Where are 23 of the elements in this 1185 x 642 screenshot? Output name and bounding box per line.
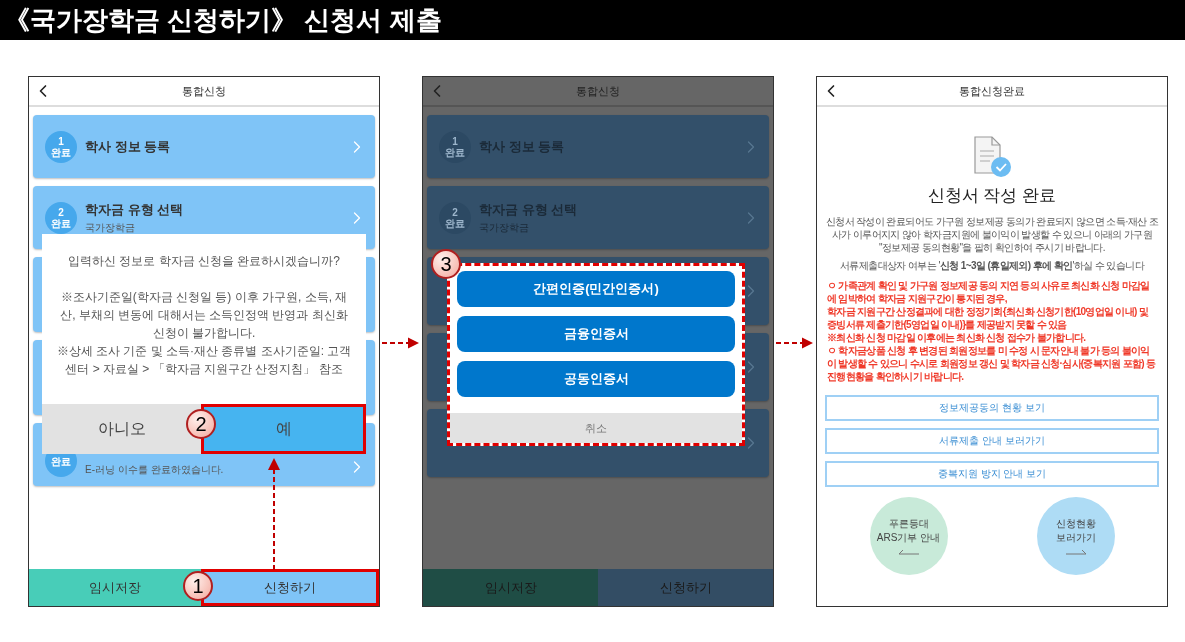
- step-title: 학자금 유형 선택: [85, 201, 184, 220]
- screen-title: 통합신청완료: [959, 83, 1025, 99]
- dialog-message: 입력하신 정보로 학자금 신청을 완료하시겠습니까?: [68, 253, 340, 270]
- dialog-note: ※상세 조사 기준 및 소득·재산 종류별 조사기준일: 고객센터 > 자료실 > 「학자금 지원구간 산정지침」 참조: [55, 343, 353, 378]
- step-status-badge: 1 완료: [45, 130, 77, 163]
- step-subtitle: E-러닝 이수를 완료하였습니다.: [85, 463, 224, 477]
- warning-text: ※최신화 신청 마감일 이후에는 최신화 신청 접수가 불가합니다.: [827, 330, 1087, 344]
- screen-title: 통합신청: [576, 83, 620, 99]
- step-status-badge: 1 완료: [439, 130, 471, 163]
- completion-heading: 신청서 작성 완료: [927, 185, 1057, 207]
- step-status-badge: 2 완료: [439, 201, 471, 234]
- info-text: 신청서 작성이 완료되어도 가구원 정보제공 동의가 완료되지 않으면 소득·재산 조사가 이루어지지 않아 학자금지원에 불이익이 발생할 수 있으니 아래의 가구원 "정보제공 동의현황"을 필히 확인하여 주시기 바랍니다.: [825, 214, 1159, 254]
- dialog-note: ※조사기준일(학자금 신청일 등) 이후 가구원, 소득, 재산, 부채의 변동에 대해서는 소득인정액 반영과 최신화 신청이 불가합니다.: [59, 289, 349, 342]
- warning-text: ㅇ 학자금상품 신청 후 변경된 회원정보를 미 수정 시 문자안내 불가 등의 불이익이 발생할 수 있으니 수시로 회원정보 갱신 및 학자금 신청·심사(중복지원 포함) 등 진행현황을 확인하시기 바랍니다.: [827, 343, 1157, 383]
- step-status-badge: 2 완료: [45, 201, 77, 234]
- info-text: 서류제출대상자 여부는 '신청 1~3일 (휴일제외) 후에 확인'하실 수 있습니다: [840, 258, 1144, 272]
- page-title: 《국가장학금 신청하기》 신청서 제출: [4, 7, 442, 33]
- step-number-badge: 3: [431, 249, 461, 279]
- step-subtitle: 국가장학금: [85, 220, 136, 235]
- screen-title: 통합신청: [182, 83, 226, 99]
- warning-text: 학자금 지원구간 산정결과에 대한 정정기회{최신화 신청기한(10영업일 이내) 및 증빙서류 제출기한(5영업일 이내)}를 제공받지 못할 수 있음: [827, 304, 1150, 331]
- step-title: 학사 정보 등록: [85, 137, 171, 156]
- warning-text: ㅇ 가족관계 확인 및 가구원 정보제공 동의 지연 등의 사유로 최신화 신청 마감일에 임박하여 학자금 지원구간이 통지된 경우,: [827, 278, 1151, 305]
